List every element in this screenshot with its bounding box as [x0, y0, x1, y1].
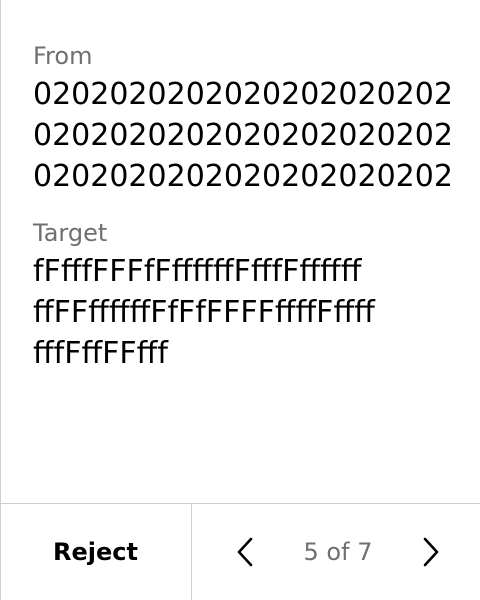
target-value: fFfffFFFfFffffffFfffFffffff ffFFffffffFf…	[33, 251, 453, 374]
reject-button[interactable]: Reject	[0, 504, 192, 600]
target-value-line: fffFffFFfff	[33, 336, 168, 371]
target-value-line: fFfffFFFfFffffffFfffFffffff	[33, 254, 362, 289]
target-label: Target	[33, 219, 108, 247]
chevron-right-icon	[423, 537, 439, 567]
chevron-left-icon	[237, 537, 253, 567]
page-indicator: 5 of 7	[303, 538, 373, 566]
pager: 5 of 7	[192, 504, 480, 600]
comparison-content: From 02020202020202020202020202020202020…	[33, 40, 453, 374]
next-button[interactable]	[416, 532, 446, 572]
target-value-line: ffFFffffffFfFfFFFFffffFffff	[33, 295, 375, 330]
footer-bar: Reject 5 of 7	[0, 503, 480, 600]
from-value: 0202020202020202020202020202020202020202…	[33, 77, 453, 194]
previous-button[interactable]	[230, 532, 260, 572]
from-label: From	[33, 42, 93, 70]
